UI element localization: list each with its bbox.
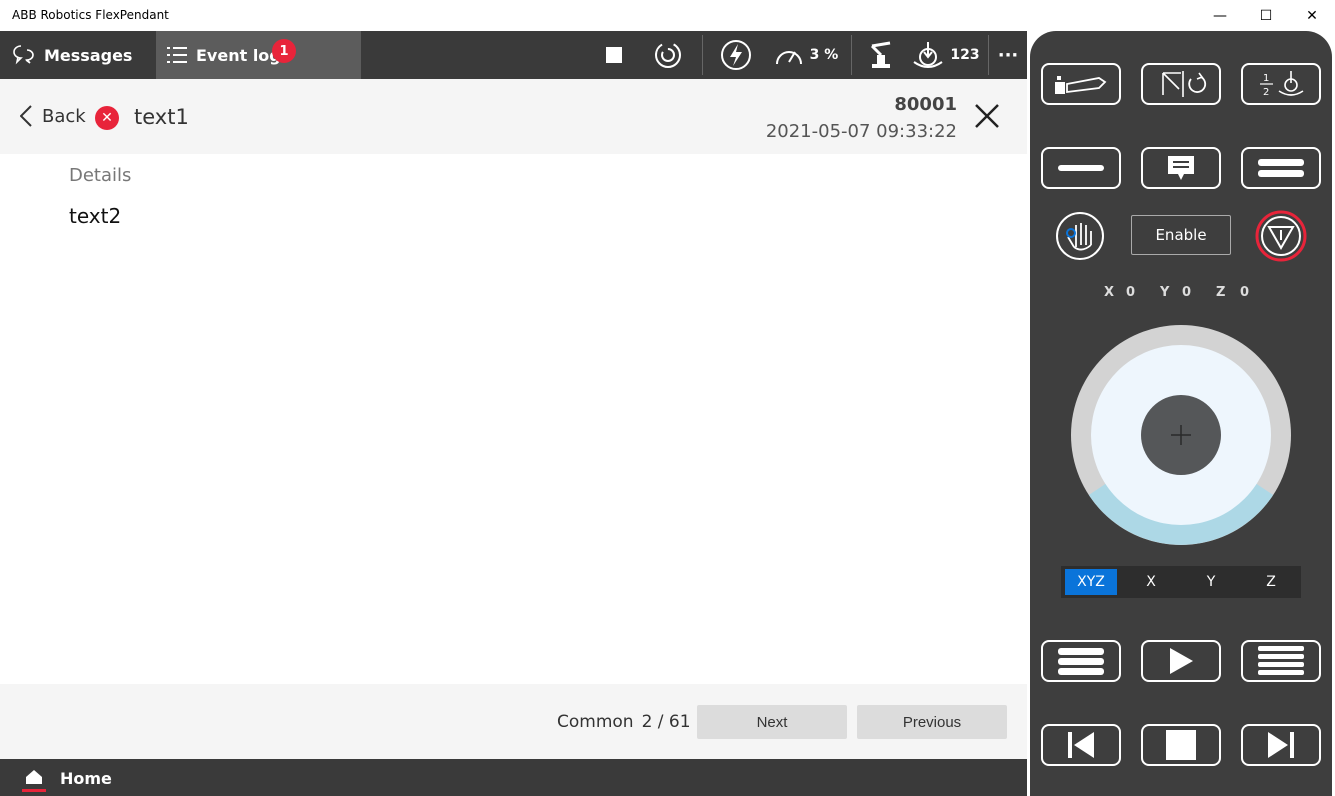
speedometer-icon (775, 51, 802, 65)
step-forward-icon (1268, 732, 1294, 758)
error-icon: ✕ (95, 106, 119, 130)
function-button-4[interactable] (1241, 640, 1321, 682)
top-bar: Messages Event log 1 3 % 123 ··· (0, 31, 1027, 79)
event-timestamp: 2021-05-07 09:33:22 (765, 121, 957, 142)
back-label: Back (42, 105, 86, 127)
function-button-2[interactable] (1241, 147, 1321, 189)
stop-square-icon (1166, 730, 1196, 760)
enable-button[interactable]: Enable (1131, 215, 1231, 255)
step-backward-icon (1068, 732, 1094, 758)
stop-button[interactable] (596, 31, 632, 79)
axis-option-z[interactable]: Z (1245, 569, 1297, 595)
motion-mode-icon (1162, 71, 1207, 97)
increment-icon: 12 (1260, 71, 1304, 98)
axis-option-y[interactable]: Y (1185, 569, 1237, 595)
bottom-bar: Home (0, 759, 1027, 796)
next-button[interactable]: Next (697, 705, 847, 739)
pager-info: Common 2 / 61 (557, 712, 691, 732)
motion-mode-button[interactable] (1141, 63, 1221, 105)
motors-button[interactable] (714, 31, 758, 79)
joystick[interactable] (1071, 325, 1291, 551)
emergency-stop-icon[interactable] (1255, 210, 1307, 262)
home-icon[interactable] (22, 766, 46, 792)
svg-text:1: 1 (1263, 73, 1269, 84)
coord-y-value: 0 (1182, 285, 1192, 300)
quad-bar-icon (1258, 646, 1304, 675)
spiral-icon (655, 42, 681, 68)
lightning-icon (721, 40, 751, 70)
coord-z-value: 0 (1240, 285, 1250, 300)
play-icon (1170, 648, 1193, 674)
tab-event-log-label: Event log (196, 45, 281, 65)
chevron-left-icon (20, 105, 32, 127)
robot-button[interactable] (862, 31, 900, 79)
increment-button[interactable]: 12 (1241, 63, 1321, 105)
window-title: ABB Robotics FlexPendant (12, 8, 169, 22)
axis-option-xyz[interactable]: XYZ (1065, 569, 1117, 595)
tool-count: 123 (950, 47, 980, 63)
step-forward-button[interactable] (1241, 724, 1321, 766)
axis-option-x[interactable]: X (1125, 569, 1177, 595)
tab-messages[interactable]: Messages (0, 31, 156, 79)
stop-icon (606, 47, 622, 63)
separator (851, 35, 852, 75)
list-icon (167, 47, 187, 63)
title-bar: ABB Robotics FlexPendant — ☐ ✕ (0, 0, 1335, 31)
svg-text:2: 2 (1263, 87, 1269, 98)
function-button-1[interactable] (1041, 147, 1121, 189)
close-icon: ✕ (1306, 7, 1318, 24)
tool-target-icon (913, 42, 943, 68)
minimize-button[interactable]: — (1197, 0, 1243, 31)
event-code: 80001 (894, 94, 957, 115)
coord-y-label: Y (1160, 285, 1170, 300)
function-button-3[interactable] (1041, 640, 1121, 682)
tab-event-log[interactable]: Event log 1 (156, 31, 361, 79)
coord-x-label: X (1104, 285, 1115, 300)
program-stop-button[interactable] (1141, 724, 1221, 766)
tool-button[interactable]: 123 (912, 31, 980, 79)
message-button[interactable] (1141, 147, 1221, 189)
mechanical-unit-icon (1055, 76, 1107, 94)
play-button[interactable] (1141, 640, 1221, 682)
back-button[interactable]: Back (20, 105, 86, 127)
details-text: text2 (69, 204, 122, 228)
maximize-icon: ☐ (1259, 7, 1273, 24)
single-bar-icon (1058, 165, 1104, 171)
robot-arm-icon (870, 41, 891, 68)
speed-button[interactable]: 3 % (770, 31, 842, 79)
close-window-button[interactable]: ✕ (1289, 0, 1335, 31)
separator (702, 35, 703, 75)
double-bar-icon (1258, 159, 1304, 177)
coord-x-value: 0 (1126, 285, 1136, 300)
mechanical-unit-button[interactable] (1041, 63, 1121, 105)
step-backward-button[interactable] (1041, 724, 1121, 766)
details-label: Details (69, 165, 132, 186)
pager-footer: Common 2 / 61 Next Previous (0, 684, 1027, 759)
event-detail-header: Back ✕ text1 80001 2021-05-07 09:33:22 (0, 79, 1027, 154)
jog-panel: 12 Enable X 0 Y 0 Z 0 XYZ X Y Z (1030, 31, 1332, 796)
hand-icon[interactable] (1054, 211, 1106, 261)
close-detail-icon[interactable] (970, 99, 1004, 133)
chat-bubbles-icon (13, 45, 34, 65)
axis-selector: XYZ X Y Z (1061, 566, 1301, 598)
separator (988, 35, 989, 75)
more-icon: ··· (997, 44, 1019, 66)
home-label[interactable]: Home (60, 769, 112, 788)
program-mode-button[interactable] (646, 31, 690, 79)
maximize-button[interactable]: ☐ (1243, 0, 1289, 31)
coord-z-label: Z (1216, 285, 1226, 300)
speed-value: 3 % (809, 47, 839, 63)
more-button[interactable]: ··· (990, 31, 1026, 79)
previous-button[interactable]: Previous (857, 705, 1007, 739)
page-counter: 2 / 61 (641, 712, 691, 732)
minimize-icon: — (1213, 7, 1227, 24)
tab-messages-label: Messages (44, 45, 133, 65)
app-window: ABB Robotics FlexPendant — ☐ ✕ Messages … (0, 0, 1335, 796)
event-category: Common (557, 712, 634, 732)
triple-bar-icon (1058, 648, 1104, 675)
event-count-badge: 1 (272, 39, 296, 63)
event-title: text1 (134, 105, 189, 129)
message-icon (1168, 156, 1194, 180)
